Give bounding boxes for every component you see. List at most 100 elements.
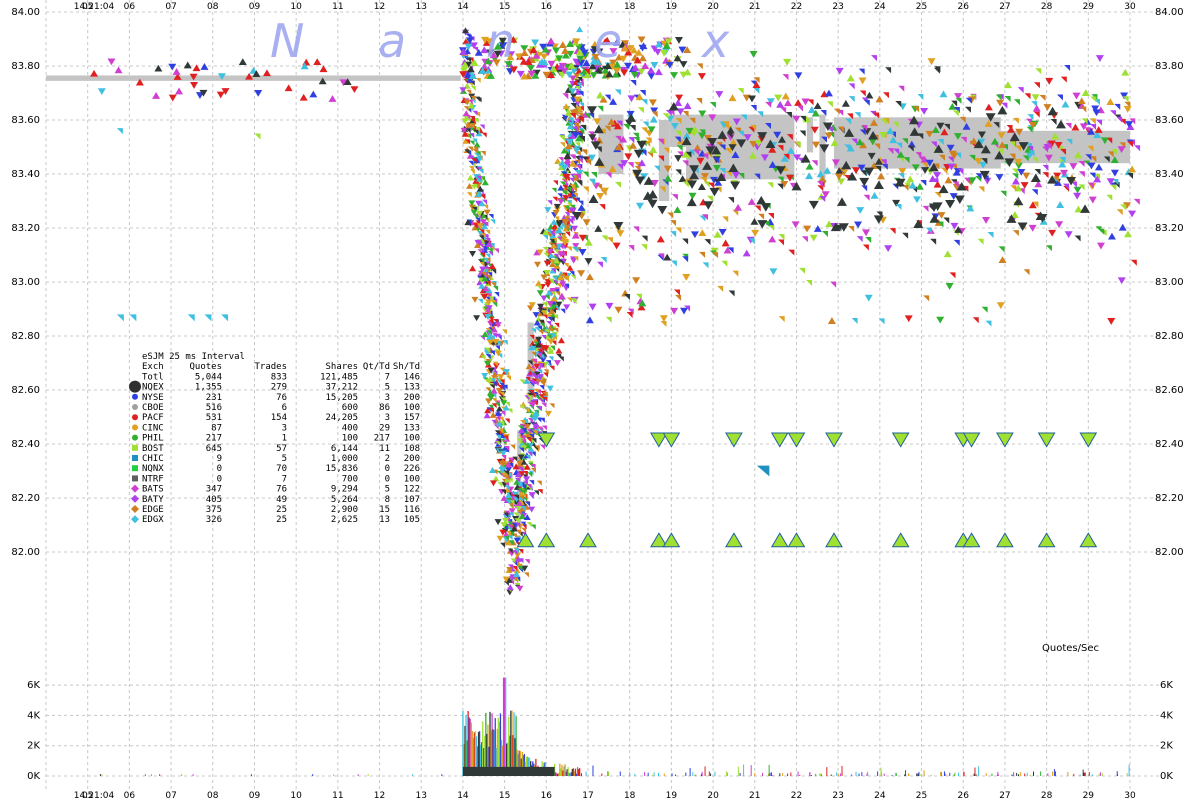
x-tick-label-top: 12 — [374, 2, 385, 12]
x-tick-label-bottom: 19 — [666, 791, 678, 800]
summary-cell: 15,205 — [325, 393, 358, 403]
x-tick-label-top: 25 — [916, 2, 927, 12]
x-tick-label-bottom: 27 — [999, 791, 1010, 800]
summary-cell: 5 — [282, 454, 287, 464]
summary-cell: 11 — [379, 444, 390, 454]
y-tick-label-left: 82.40 — [11, 439, 40, 450]
summary-cell: 76 — [276, 485, 287, 495]
x-tick-label-top: 08 — [207, 2, 219, 12]
y-tick-label-right: 83.60 — [1155, 115, 1184, 126]
y-tick-label-left: 82.00 — [11, 547, 40, 558]
summary-cell: 0 — [385, 464, 390, 474]
summary-header-cell: Qt/Td — [363, 362, 390, 372]
summary-cell: 645 — [206, 444, 222, 454]
summary-cell: 133 — [404, 423, 420, 433]
x-tick-label-top: 21 — [749, 2, 760, 12]
x-tick-label-top: 19 — [666, 2, 678, 12]
x-tick-label-bottom: 10 — [290, 791, 302, 800]
y-tick-label-left: 83.00 — [11, 277, 40, 288]
summary-cell: BOST — [142, 444, 164, 454]
summary-cell: 24,205 — [325, 413, 358, 423]
summary-cell: 1 — [282, 434, 287, 444]
x-tick-label-top: 11 — [332, 2, 343, 12]
x-tick-label-bottom: 28 — [1041, 791, 1053, 800]
y-tick-label-left: 83.60 — [11, 115, 40, 126]
x-tick-label-bottom: 11 — [332, 791, 343, 800]
summary-cell: 231 — [206, 393, 222, 403]
x-tick-label-top: 09 — [249, 2, 261, 12]
summary-cell: 108 — [404, 444, 420, 454]
summary-cell: 37,212 — [325, 383, 358, 393]
y-tick-label-right: 84.00 — [1155, 7, 1184, 18]
summary-cell: 15 — [379, 505, 390, 515]
summary-cell: 3 — [385, 413, 390, 423]
nbbo-band-segment — [806, 117, 814, 153]
volume-tick-label-right: 0K — [1160, 771, 1173, 782]
x-tick-label-bottom: 18 — [624, 791, 636, 800]
volume-tick-label-left: 4K — [27, 710, 40, 721]
summary-header-cell: Shares — [325, 362, 358, 372]
y-tick-label-right: 82.80 — [1155, 331, 1184, 342]
x-tick-label-bottom: 14 — [457, 791, 469, 800]
x-tick-label-top: 10 — [290, 2, 302, 12]
summary-cell: 9,294 — [331, 485, 358, 495]
y-tick-label-left: 83.40 — [11, 169, 40, 180]
x-tick-label-top: 15 — [499, 2, 510, 12]
y-tick-label-left: 82.60 — [11, 385, 40, 396]
summary-cell: 100 — [342, 434, 358, 444]
summary-cell: 600 — [342, 403, 358, 413]
x-tick-label-bottom: 13 — [416, 791, 427, 800]
summary-cell: 405 — [206, 495, 222, 505]
summary-cell: 226 — [404, 464, 420, 474]
summary-cell: 2 — [385, 454, 390, 464]
y-tick-label-left: 84.00 — [11, 7, 40, 18]
x-tick-label-top: 24 — [874, 2, 886, 12]
summary-cell: 2,625 — [331, 515, 358, 525]
summary-cell: NQEX — [142, 383, 164, 393]
price-chart: 14:21:0414:21:04050506060707080809091010… — [0, 0, 1200, 800]
y-tick-label-right: 82.20 — [1155, 493, 1184, 504]
summary-cell: 2,900 — [331, 505, 358, 515]
summary-cell: 3 — [385, 393, 390, 403]
x-tick-label-top: 14:21:04 — [74, 2, 115, 12]
summary-cell: 0 — [385, 474, 390, 484]
x-tick-label-bottom: 23 — [832, 791, 843, 800]
summary-cell: 200 — [404, 393, 420, 403]
legend-swatch — [132, 434, 138, 441]
summary-cell: 7 — [282, 474, 287, 484]
legend-swatch — [132, 475, 138, 482]
summary-cell: 5,264 — [331, 495, 358, 505]
summary-cell: 29 — [379, 423, 390, 433]
x-tick-label-top: 14 — [457, 2, 469, 12]
summary-title: eSJM 25 ms Interval — [142, 352, 245, 362]
summary-cell: 70 — [276, 464, 287, 474]
summary-header-cell: Quotes — [189, 362, 222, 372]
x-tick-label-bottom: 15 — [499, 791, 510, 800]
x-tick-label-top: 13 — [416, 2, 427, 12]
summary-cell: PHIL — [142, 434, 164, 444]
summary-header-cell: Trades — [254, 362, 287, 372]
x-tick-label-bottom: 20 — [707, 791, 719, 800]
y-tick-label-left: 82.80 — [11, 331, 40, 342]
x-tick-label-bottom: 16 — [541, 791, 553, 800]
x-tick-label-top: 06 — [124, 2, 136, 12]
x-tick-label-bottom: 29 — [1083, 791, 1095, 800]
x-tick-label-bottom: 08 — [207, 791, 219, 800]
x-tick-label-bottom: 05 — [82, 791, 93, 800]
summary-cell: 531 — [206, 413, 222, 423]
summary-cell: 400 — [342, 423, 358, 433]
y-tick-label-right: 83.80 — [1155, 61, 1184, 72]
legend-swatch — [132, 455, 138, 461]
summary-cell: NYSE — [142, 393, 164, 403]
summary-cell: 25 — [276, 505, 287, 515]
x-tick-label-bottom: 06 — [124, 791, 136, 800]
summary-cell: 116 — [404, 505, 420, 515]
legend-swatch — [132, 424, 138, 431]
summary-cell: 217 — [374, 434, 390, 444]
summary-cell: 157 — [404, 413, 420, 423]
volume-tick-label-right: 4K — [1160, 710, 1173, 721]
x-tick-label-top: 16 — [541, 2, 553, 12]
volume-bar-base — [462, 766, 555, 776]
summary-cell: EDGX — [142, 515, 164, 525]
summary-cell: 49 — [276, 495, 287, 505]
